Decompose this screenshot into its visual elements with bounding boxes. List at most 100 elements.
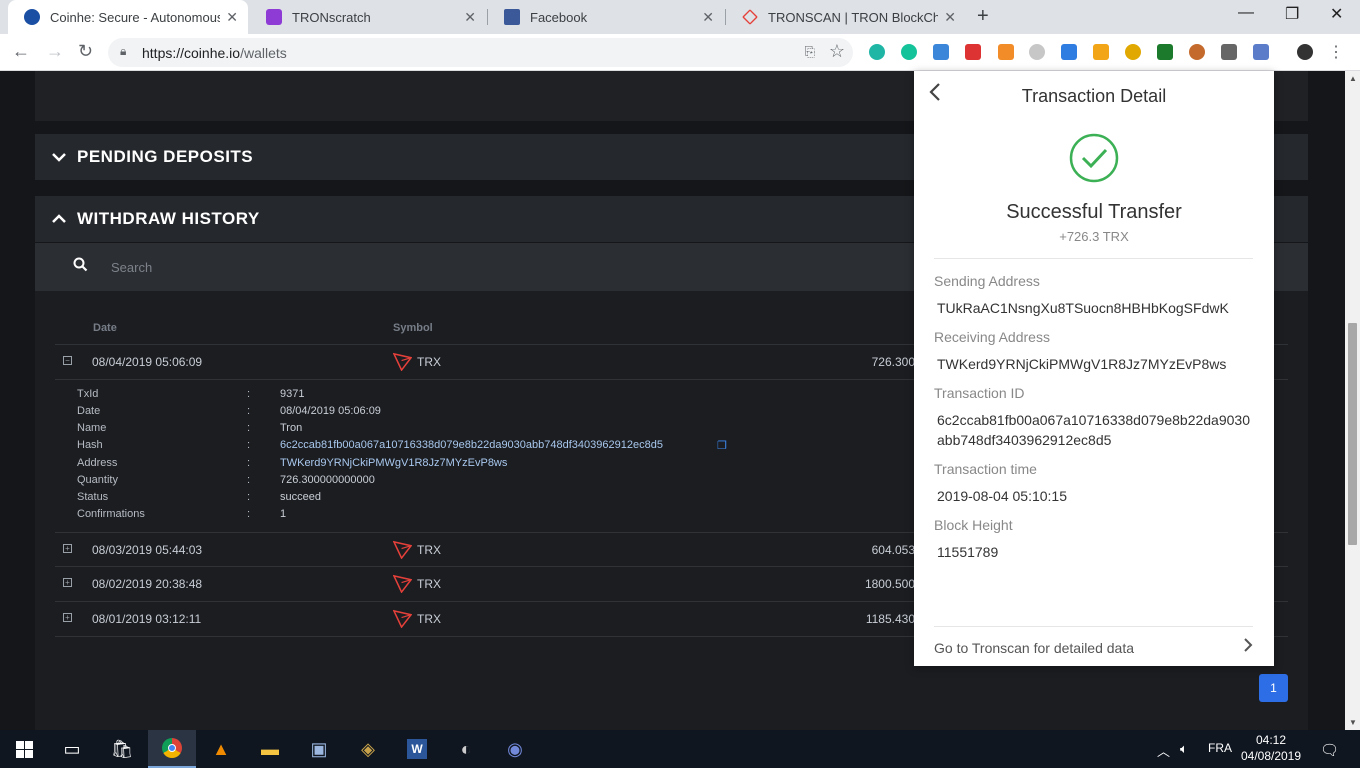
tronscan-link-text: Go to Tronscan for detailed data [934,640,1135,656]
extension-icon[interactable] [1125,44,1141,60]
close-window-button[interactable]: ✕ [1330,4,1343,24]
language-indicator[interactable]: FRA [1208,741,1232,755]
discord-icon[interactable]: ◉ [491,730,539,768]
collapse-icon[interactable]: − [63,356,72,365]
network-app-icon[interactable]: ▣ [295,730,343,768]
extension-icon[interactable] [1061,44,1077,60]
close-icon[interactable]: ✕ [226,9,238,26]
tab-tronscan[interactable]: TRONSCAN | TRON BlockChain E ✕ [726,0,966,34]
tron-icon [393,540,412,559]
copy-icon[interactable]: ❐ [717,439,727,452]
file-explorer-icon[interactable]: ▬ [246,730,294,768]
download-extension-icon[interactable] [1157,44,1173,60]
detail-row-date: Date:08/04/2019 05:06:09 [77,405,381,417]
minimize-button[interactable]: — [1238,4,1254,22]
section-title: PENDING DEPOSITS [77,147,254,166]
address-link[interactable]: TWKerd9YRNjCkiPMWgV1R8Jz7MYzEvP8ws [280,457,507,469]
page-scrollbar[interactable]: ▲ ▼ [1345,71,1360,730]
tab-title: TRONSCAN | TRON BlockChain E [768,9,938,25]
vlc-icon[interactable]: ▲ [197,730,245,768]
scroll-down-icon[interactable]: ▼ [1349,718,1357,727]
metamask-icon[interactable] [998,44,1014,60]
expand-icon[interactable]: + [63,613,72,622]
detail-row-quantity: Quantity:726.300000000000 [77,474,375,486]
detail-row-status: Status: succeed [77,491,321,503]
extension-icon[interactable] [1221,44,1237,60]
scrollbar-thumb[interactable] [1348,323,1357,545]
extension-icon[interactable] [869,44,885,60]
tab-tronscratch[interactable]: TRONscratch ✕ [250,0,486,34]
tray-chevron-up-icon[interactable]: ︿ [1157,741,1170,760]
row-symbol: TRX [393,609,441,628]
store-icon[interactable]: 🛍︎ [98,730,146,768]
extension-icon[interactable] [933,44,949,60]
tronscratch-icon [266,9,282,25]
row-symbol: TRX [393,540,441,559]
extension-icon[interactable] [965,44,981,60]
section-title: WITHDRAW HISTORY [77,209,260,228]
chevron-right-icon [1243,637,1253,658]
close-icon[interactable]: ✕ [944,9,956,26]
address-bar[interactable]: 🔒︎ https://coinhe.io/wallets ⎘ ☆ [108,38,853,67]
expand-icon[interactable]: + [63,578,72,587]
column-header-symbol: Symbol [393,322,433,334]
reload-button[interactable]: ↻ [78,41,93,62]
toolbar: ← → ↻ 🔒︎ https://coinhe.io/wallets ⎘ ☆ ⋮ [0,34,1360,71]
row-date: 08/04/2019 05:06:09 [92,355,203,369]
back-button[interactable]: ← [12,41,30,62]
windows-start-icon[interactable] [0,730,48,768]
league-icon[interactable]: ◈ [344,730,392,768]
extension-icon[interactable] [1189,44,1205,60]
word-icon[interactable]: W [393,730,441,768]
transaction-id-value: 6c2ccab81fb00a067a10716338d079e8b22da903… [937,412,1250,448]
column-header-date: Date [93,322,117,334]
tab-title: TRONscratch [292,9,371,25]
transfer-status: Successful Transfer [1006,201,1182,223]
tab-title: Facebook [530,9,588,25]
menu-icon[interactable]: ⋮ [1328,42,1344,62]
expand-icon[interactable]: + [63,544,72,553]
forward-button[interactable]: → [46,41,64,62]
chevron-up-icon [51,211,75,227]
tronscan-link[interactable]: Go to Tronscan for detailed data [934,626,1253,666]
profile-avatar[interactable] [1297,44,1313,60]
row-quantity: 1185.430 [865,612,915,626]
block-height-label: Block Height [934,517,1013,533]
extension-icon[interactable] [1029,44,1045,60]
volume-icon[interactable]: 🔈︎ [1180,741,1188,757]
row-detail: TxId:9371 Date:08/04/2019 05:06:09 Name:… [77,380,877,530]
extension-icon[interactable] [1093,44,1109,60]
restore-button[interactable]: ❐ [1285,4,1299,24]
search-input[interactable] [111,255,811,279]
app-icon[interactable]: ◐ [442,730,490,768]
close-icon[interactable]: ✕ [702,9,714,26]
tab-facebook[interactable]: Facebook ✕ [488,0,724,34]
task-view-icon[interactable]: ▭ [48,730,96,768]
translate-icon[interactable]: ⎘ [805,44,815,60]
scroll-up-icon[interactable]: ▲ [1349,74,1357,83]
transaction-time-value: 2019-08-04 05:10:15 [937,488,1067,504]
notification-icon[interactable]: 🗨︎ [1320,741,1339,759]
hash-link[interactable]: 6c2ccab81fb00a067a10716338d079e8b22da903… [280,439,663,451]
tab-coinhe[interactable]: Coinhe: Secure - Autonomous - T ✕ [8,0,248,34]
chrome-taskbar-icon[interactable] [148,730,196,768]
lock-icon: 🔒︎ [120,44,127,58]
tronlink-icon[interactable] [1253,44,1269,60]
transfer-amount: +726.3 TRX [1059,229,1129,244]
new-tab-button[interactable]: + [977,5,989,28]
popup-title: Transaction Detail [1021,86,1167,106]
detail-row-confirmations: Confirmations:1 [77,508,287,520]
tron-icon [393,574,412,593]
tron-icon [393,352,412,371]
close-icon[interactable]: ✕ [464,9,476,26]
detail-row-address: Address: TWKerd9YRNjCkiPMWgV1R8Jz7MYzEvP8… [77,457,508,469]
grammarly-icon[interactable] [901,44,917,60]
transaction-id-label: Transaction ID [934,385,1025,401]
clock[interactable]: 04:12 04/08/2019 [1236,732,1306,764]
detail-row-name: Name: Tron [77,422,303,434]
page-1-button[interactable]: 1 [1259,674,1288,702]
success-check-icon [1069,133,1119,183]
bookmark-star-icon[interactable]: ☆ [829,41,845,62]
windows-taskbar: ▭ 🛍︎ ▲ ▬ ▣ ◈ W ◐ ◉ ︿ 🔈︎ FRA 04:12 04/08/… [0,730,1360,768]
tronscan-icon [742,9,758,25]
